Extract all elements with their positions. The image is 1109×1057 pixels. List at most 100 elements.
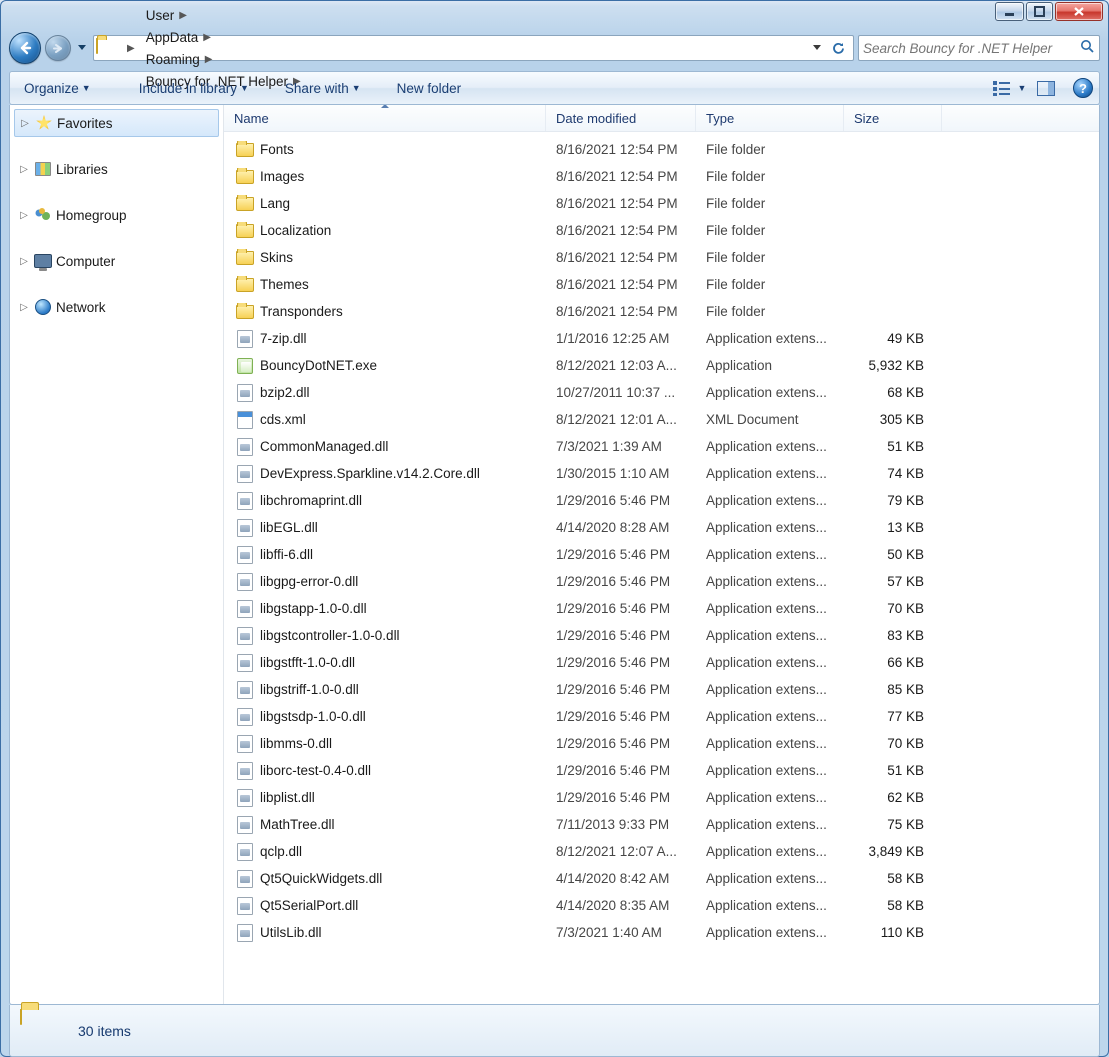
sidebar-item-homegroup[interactable]: ▷ Homegroup: [10, 201, 223, 229]
file-date: 8/16/2021 12:54 PM: [546, 142, 696, 157]
file-name: BouncyDotNET.exe: [260, 358, 377, 373]
file-type: File folder: [696, 223, 844, 238]
file-row[interactable]: Transponders8/16/2021 12:54 PMFile folde…: [224, 298, 1099, 325]
breadcrumb-segment[interactable]: AppData▶: [140, 26, 306, 48]
homegroup-icon: [34, 206, 52, 224]
address-dropdown[interactable]: [809, 38, 825, 58]
refresh-button[interactable]: [827, 38, 849, 58]
file-row[interactable]: Localization8/16/2021 12:54 PMFile folde…: [224, 217, 1099, 244]
file-row[interactable]: libffi-6.dll1/29/2016 5:46 PMApplication…: [224, 541, 1099, 568]
file-size: 74 KB: [844, 466, 942, 481]
file-row[interactable]: CommonManaged.dll7/3/2021 1:39 AMApplica…: [224, 433, 1099, 460]
file-row[interactable]: libgstapp-1.0-0.dll1/29/2016 5:46 PMAppl…: [224, 595, 1099, 622]
file-size: 68 KB: [844, 385, 942, 400]
close-button[interactable]: [1055, 2, 1103, 21]
minimize-button[interactable]: [995, 2, 1024, 21]
file-row[interactable]: libgstcontroller-1.0-0.dll1/29/2016 5:46…: [224, 622, 1099, 649]
back-button[interactable]: [9, 32, 41, 64]
file-type: Application extens...: [696, 763, 844, 778]
view-mode-button[interactable]: [989, 76, 1015, 100]
file-row[interactable]: Skins8/16/2021 12:54 PMFile folder: [224, 244, 1099, 271]
expand-icon[interactable]: ▷: [18, 210, 30, 221]
file-row[interactable]: Qt5SerialPort.dll4/14/2020 8:35 AMApplic…: [224, 892, 1099, 919]
file-row[interactable]: Qt5QuickWidgets.dll4/14/2020 8:42 AMAppl…: [224, 865, 1099, 892]
file-row[interactable]: cds.xml8/12/2021 12:01 A...XML Document3…: [224, 406, 1099, 433]
file-type: Application extens...: [696, 493, 844, 508]
chevron-right-icon: ▶: [179, 10, 187, 21]
toolbar: Organize▼ Include in library▼ Share with…: [9, 71, 1100, 105]
file-row[interactable]: libEGL.dll4/14/2020 8:28 AMApplication e…: [224, 514, 1099, 541]
column-header-size[interactable]: Size: [844, 105, 942, 131]
help-button[interactable]: ?: [1073, 78, 1093, 98]
expand-icon[interactable]: ▷: [19, 118, 31, 129]
file-row[interactable]: Lang8/16/2021 12:54 PMFile folder: [224, 190, 1099, 217]
dll-icon: [236, 492, 254, 510]
nav-history-dropdown[interactable]: [75, 38, 89, 58]
share-with-menu[interactable]: Share with▼: [277, 77, 369, 100]
dll-icon: [236, 519, 254, 537]
sidebar-item-favorites[interactable]: ▷ Favorites: [14, 109, 219, 137]
file-row[interactable]: Images8/16/2021 12:54 PMFile folder: [224, 163, 1099, 190]
file-name: UtilsLib.dll: [260, 925, 322, 940]
file-size: 5,932 KB: [844, 358, 942, 373]
expand-icon[interactable]: ▷: [18, 256, 30, 267]
maximize-button[interactable]: [1026, 2, 1053, 21]
include-library-menu[interactable]: Include in library▼: [131, 77, 257, 100]
expand-icon[interactable]: ▷: [18, 302, 30, 313]
preview-pane-button[interactable]: [1033, 76, 1059, 100]
view-list-icon: [993, 80, 1011, 96]
refresh-icon: [831, 41, 846, 56]
file-name: libgstfft-1.0-0.dll: [260, 655, 355, 670]
column-header-type[interactable]: Type: [696, 105, 844, 131]
dll-icon: [236, 600, 254, 618]
forward-button[interactable]: [45, 35, 71, 61]
file-row[interactable]: libmms-0.dll1/29/2016 5:46 PMApplication…: [224, 730, 1099, 757]
breadcrumb-segment[interactable]: Roaming▶: [140, 48, 306, 70]
file-row[interactable]: UtilsLib.dll7/3/2021 1:40 AMApplication …: [224, 919, 1099, 946]
file-row[interactable]: libgstfft-1.0-0.dll1/29/2016 5:46 PMAppl…: [224, 649, 1099, 676]
dll-icon: [236, 762, 254, 780]
search-input[interactable]: [863, 41, 1080, 56]
column-header-date[interactable]: Date modified: [546, 105, 696, 131]
file-row[interactable]: BouncyDotNET.exe8/12/2021 12:03 A...Appl…: [224, 352, 1099, 379]
search-box[interactable]: [858, 35, 1100, 61]
file-row[interactable]: libgpg-error-0.dll1/29/2016 5:46 PMAppli…: [224, 568, 1099, 595]
view-mode-dropdown[interactable]: ▼: [1015, 76, 1029, 100]
file-row[interactable]: MathTree.dll7/11/2013 9:33 PMApplication…: [224, 811, 1099, 838]
file-type: Application extens...: [696, 574, 844, 589]
file-name: cds.xml: [260, 412, 306, 427]
breadcrumb-segment[interactable]: User▶: [140, 4, 306, 26]
file-row[interactable]: qclp.dll8/12/2021 12:07 A...Application …: [224, 838, 1099, 865]
file-row[interactable]: Fonts8/16/2021 12:54 PMFile folder: [224, 136, 1099, 163]
file-name: libEGL.dll: [260, 520, 318, 535]
sidebar-item-network[interactable]: ▷ Network: [10, 293, 223, 321]
minimize-icon: [1004, 6, 1015, 17]
file-row[interactable]: libchromaprint.dll1/29/2016 5:46 PMAppli…: [224, 487, 1099, 514]
file-row[interactable]: DevExpress.Sparkline.v14.2.Core.dll1/30/…: [224, 460, 1099, 487]
folder-icon: [236, 303, 254, 321]
libraries-icon: [34, 160, 52, 178]
file-row[interactable]: 7-zip.dll1/1/2016 12:25 AMApplication ex…: [224, 325, 1099, 352]
sidebar-item-libraries[interactable]: ▷ Libraries: [10, 155, 223, 183]
file-date: 8/16/2021 12:54 PM: [546, 196, 696, 211]
file-row[interactable]: libgstsdp-1.0-0.dll1/29/2016 5:46 PMAppl…: [224, 703, 1099, 730]
file-row[interactable]: liborc-test-0.4-0.dll1/29/2016 5:46 PMAp…: [224, 757, 1099, 784]
file-row[interactable]: libgstriff-1.0-0.dll1/29/2016 5:46 PMApp…: [224, 676, 1099, 703]
file-name: Localization: [260, 223, 331, 238]
breadcrumb-root-chevron[interactable]: ▶: [116, 37, 140, 59]
expand-icon[interactable]: ▷: [18, 164, 30, 175]
column-header-name[interactable]: Name: [224, 105, 546, 131]
file-date: 1/29/2016 5:46 PM: [546, 493, 696, 508]
sidebar-item-computer[interactable]: ▷ Computer: [10, 247, 223, 275]
file-row[interactable]: libplist.dll1/29/2016 5:46 PMApplication…: [224, 784, 1099, 811]
folder-icon: [20, 1010, 62, 1052]
file-row[interactable]: Themes8/16/2021 12:54 PMFile folder: [224, 271, 1099, 298]
address-bar[interactable]: ▶ User▶AppData▶Roaming▶Bouncy for .NET H…: [93, 35, 854, 61]
organize-menu[interactable]: Organize▼: [16, 77, 99, 100]
file-row[interactable]: bzip2.dll10/27/2011 10:37 ...Application…: [224, 379, 1099, 406]
chevron-down-icon: [78, 45, 86, 51]
new-folder-button[interactable]: New folder: [389, 77, 470, 100]
file-date: 4/14/2020 8:35 AM: [546, 898, 696, 913]
file-size: 66 KB: [844, 655, 942, 670]
file-name: Themes: [260, 277, 309, 292]
